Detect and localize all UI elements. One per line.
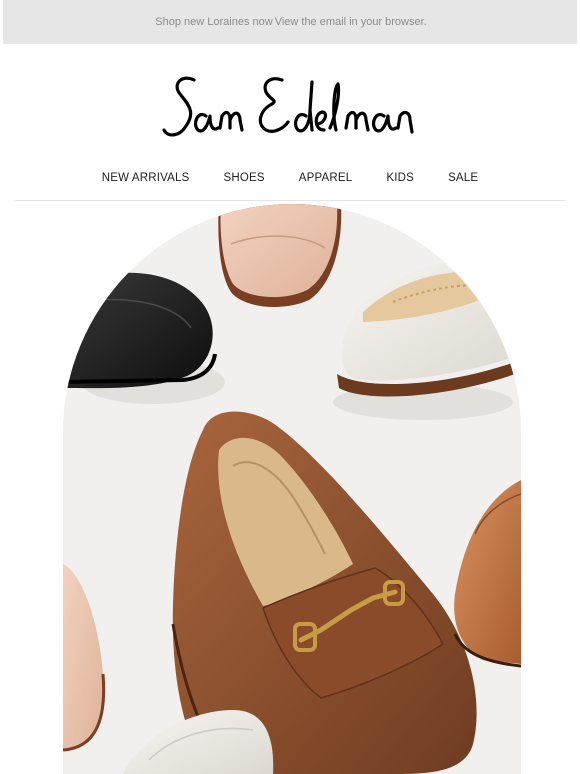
main-navigation: NEW ARRIVALS SHOES APPAREL KIDS SALE bbox=[0, 168, 580, 188]
preheader-bar: Shop new Loraines now View the email in … bbox=[3, 0, 577, 44]
hero-image[interactable] bbox=[63, 204, 521, 774]
nav-item-kids[interactable]: KIDS bbox=[386, 172, 414, 184]
header-divider bbox=[15, 200, 565, 201]
view-in-browser-link[interactable]: View the email in your browser. bbox=[275, 16, 427, 28]
nav-item-shoes[interactable]: SHOES bbox=[224, 172, 265, 184]
nav-item-new-arrivals[interactable]: NEW ARRIVALS bbox=[102, 172, 190, 184]
brand-logo[interactable] bbox=[0, 66, 580, 150]
preheader-shop-link[interactable]: Shop new Loraines now bbox=[155, 16, 272, 28]
loafer-collage-illustration bbox=[63, 204, 521, 774]
nav-item-sale[interactable]: SALE bbox=[448, 172, 478, 184]
nav-item-apparel[interactable]: APPAREL bbox=[299, 172, 353, 184]
signature-logo-icon bbox=[162, 76, 414, 137]
